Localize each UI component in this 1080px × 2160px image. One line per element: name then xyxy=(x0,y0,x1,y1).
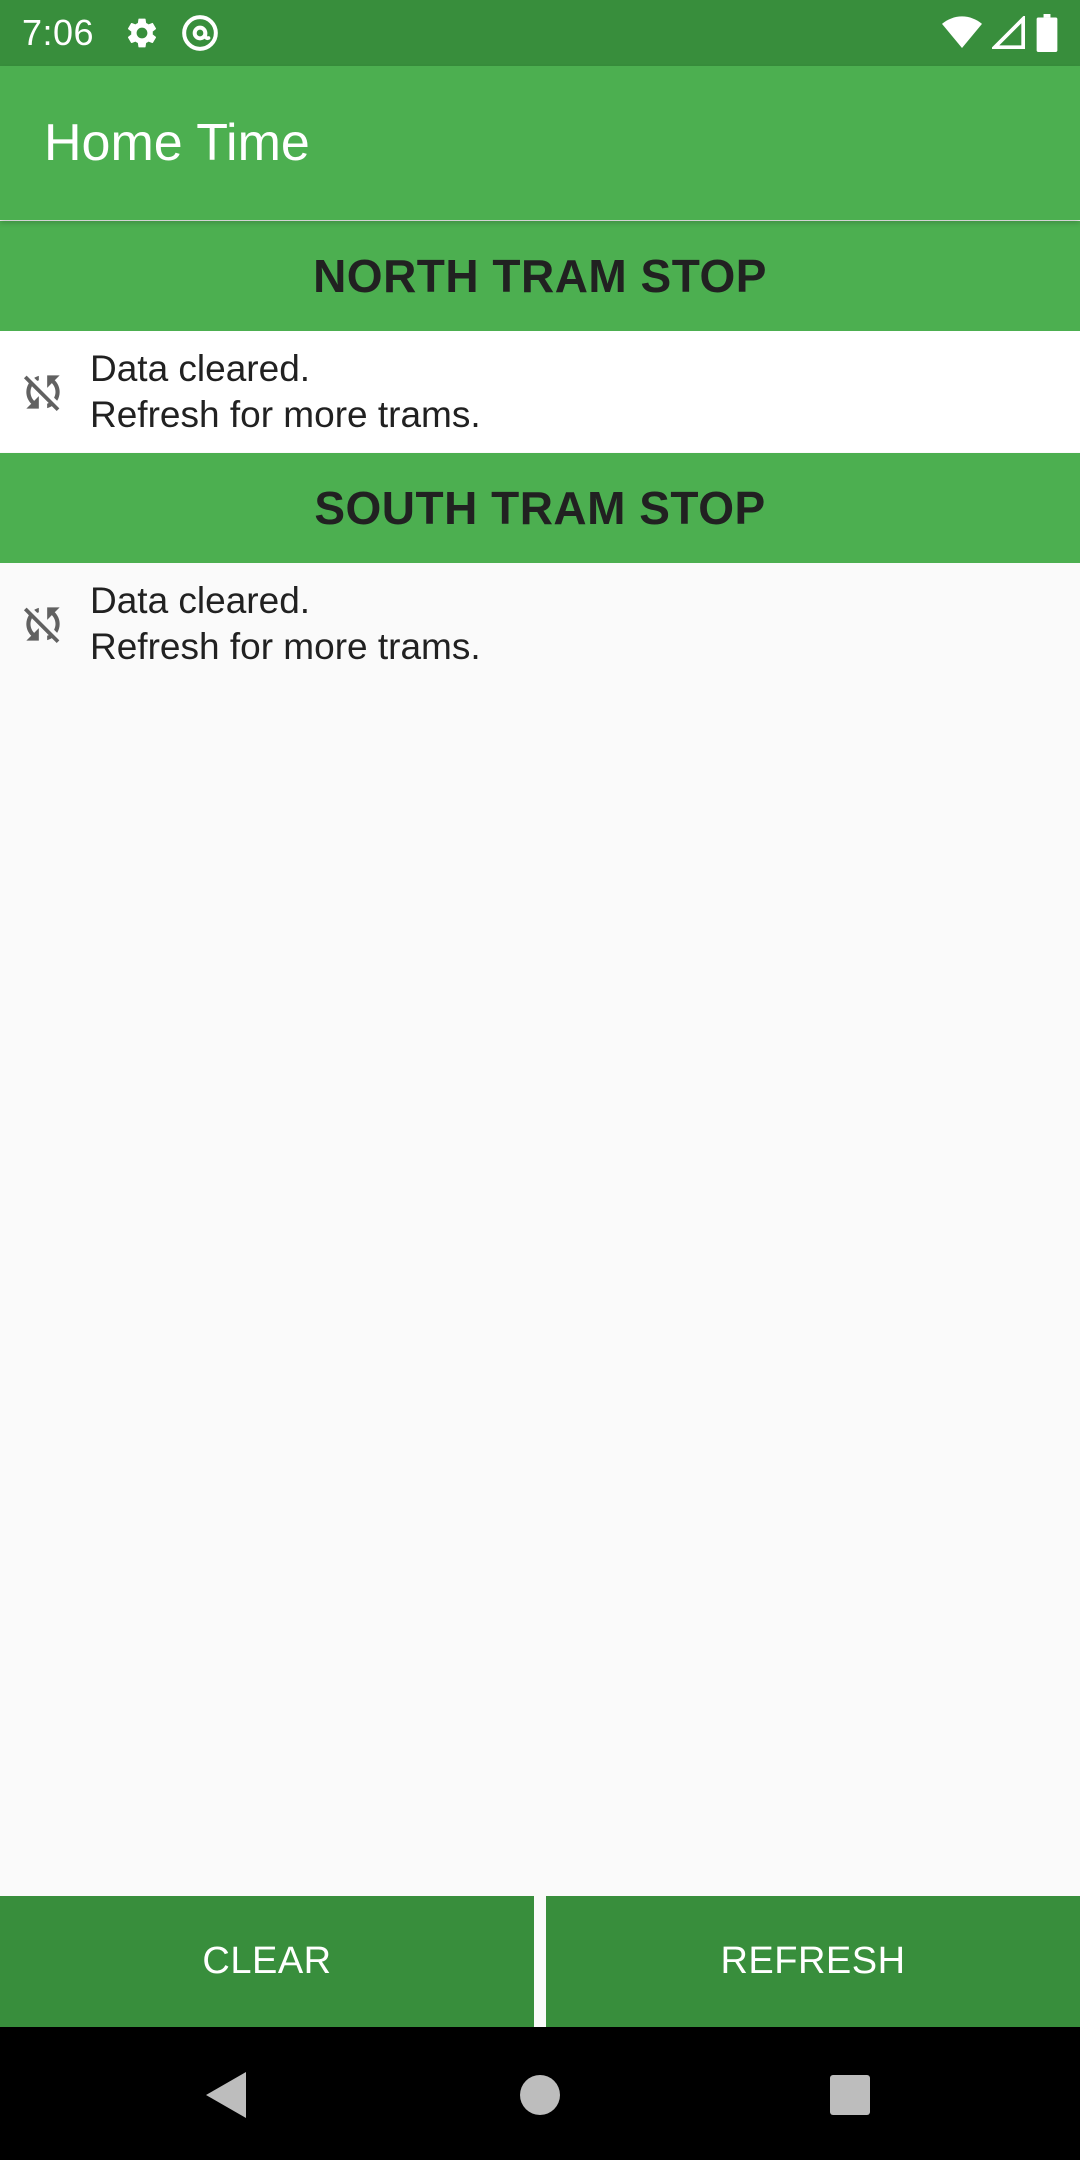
status-left-icons xyxy=(124,13,220,53)
message-line-1: Data cleared. xyxy=(90,579,311,621)
system-nav-bar xyxy=(0,2027,1080,2160)
screen: 7:06 Home Time NORTH TRAM STOP Data clea… xyxy=(0,0,1080,2160)
north-stop-title: NORTH TRAM STOP xyxy=(313,250,767,302)
wifi-icon xyxy=(942,16,982,50)
message-line-1: Data cleared. xyxy=(90,347,311,389)
home-icon[interactable] xyxy=(510,2065,570,2125)
status-right-icons xyxy=(942,14,1058,52)
message-line-2: Refresh for more trams. xyxy=(90,393,481,435)
refresh-button[interactable]: REFRESH xyxy=(546,1896,1080,2027)
clear-button[interactable]: CLEAR xyxy=(0,1896,534,2027)
status-bar: 7:06 xyxy=(0,0,1080,66)
at-sign-icon xyxy=(180,13,220,53)
north-stop-header: NORTH TRAM STOP xyxy=(0,221,1080,331)
south-stop-header: SOUTH TRAM STOP xyxy=(0,453,1080,563)
back-icon[interactable] xyxy=(196,2065,256,2125)
bottom-button-bar: CLEAR REFRESH xyxy=(0,1896,1080,2027)
south-stop-message-row: Data cleared. Refresh for more trams. xyxy=(0,563,1080,684)
south-stop-title: SOUTH TRAM STOP xyxy=(314,482,766,534)
app-title: Home Time xyxy=(44,114,310,172)
signal-icon xyxy=(992,16,1026,50)
south-stop-message: Data cleared. Refresh for more trams. xyxy=(90,578,481,670)
north-stop-message-row: Data cleared. Refresh for more trams. xyxy=(0,331,1080,452)
recents-icon[interactable] xyxy=(820,2065,880,2125)
sync-disabled-icon xyxy=(18,599,68,649)
sync-disabled-icon xyxy=(18,367,68,417)
message-line-2: Refresh for more trams. xyxy=(90,625,481,667)
battery-icon xyxy=(1036,14,1058,52)
app-bar: Home Time xyxy=(0,66,1080,220)
status-time: 7:06 xyxy=(22,12,95,53)
north-stop-message: Data cleared. Refresh for more trams. xyxy=(90,346,481,438)
gear-icon xyxy=(124,15,160,51)
